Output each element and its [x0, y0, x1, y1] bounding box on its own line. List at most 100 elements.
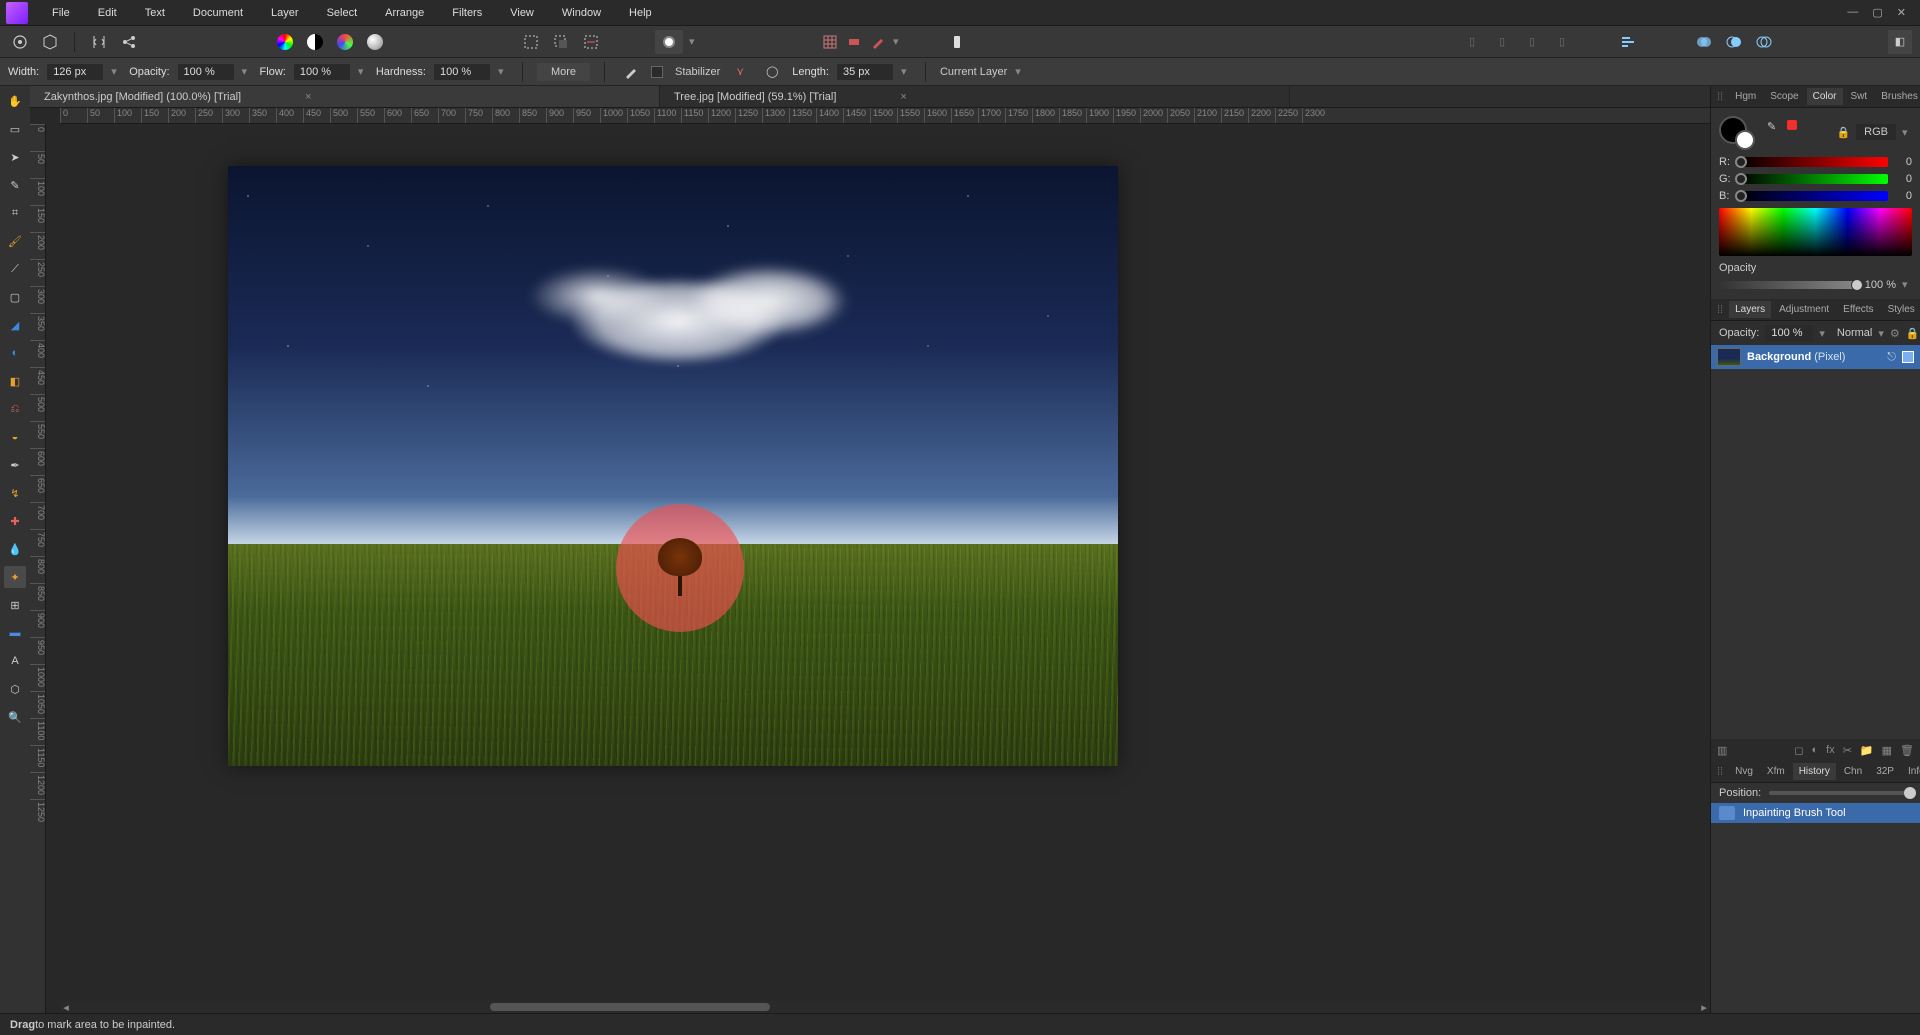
apply-to-select[interactable]: Current Layer: [940, 66, 1007, 78]
panel-tab-info[interactable]: Info: [1902, 763, 1920, 780]
crop-tool-icon[interactable]: ⌗: [4, 202, 26, 224]
panel-tab-history[interactable]: History: [1793, 763, 1836, 780]
move-tool-icon[interactable]: ▭: [4, 118, 26, 140]
more-button[interactable]: More: [537, 63, 590, 81]
length-input[interactable]: [837, 64, 893, 80]
vector-tool-icon[interactable]: ⬡: [4, 678, 26, 700]
menu-filters[interactable]: Filters: [438, 3, 496, 23]
hardness-input[interactable]: [434, 64, 490, 80]
share-icon[interactable]: [117, 30, 141, 54]
b-slider[interactable]: [1739, 191, 1888, 201]
width-input[interactable]: [47, 64, 103, 80]
selection-brush-tool-icon[interactable]: ⟋: [4, 258, 26, 280]
marquee-icon[interactable]: [519, 30, 543, 54]
color-picker-tool-icon[interactable]: ✎: [4, 174, 26, 196]
menu-text[interactable]: Text: [131, 3, 179, 23]
r-slider[interactable]: [1739, 157, 1888, 167]
panel-tab-hgm[interactable]: Hgm: [1729, 88, 1762, 105]
shape-tool-icon[interactable]: ▬: [4, 622, 26, 644]
window-mode-icon[interactable]: ◯: [760, 60, 784, 84]
arrange-icon[interactable]: [1616, 30, 1640, 54]
menu-help[interactable]: Help: [615, 3, 666, 23]
zoom-tool-icon[interactable]: 🔍: [4, 706, 26, 728]
menu-select[interactable]: Select: [313, 3, 372, 23]
arrow-tool-icon[interactable]: ➤: [4, 146, 26, 168]
align-center-icon[interactable]: ▯: [1490, 30, 1514, 54]
snap-pen-icon[interactable]: [869, 30, 887, 54]
color-spectrum[interactable]: [1719, 208, 1912, 256]
folder-icon[interactable]: 📁: [1860, 744, 1874, 757]
menu-document[interactable]: Document: [179, 3, 257, 23]
opacity-slider[interactable]: [1719, 281, 1859, 289]
inpainting-tool-icon[interactable]: ✦: [4, 566, 26, 588]
opacity-input[interactable]: [178, 64, 234, 80]
panel-tab-xfm[interactable]: Xfm: [1761, 763, 1791, 780]
stabilizer-checkbox[interactable]: [651, 66, 663, 78]
lock-icon[interactable]: 🔒: [1836, 126, 1850, 139]
panel-tab-nvg[interactable]: Nvg: [1729, 763, 1759, 780]
bw-circle-icon[interactable]: [303, 30, 327, 54]
sphere-icon[interactable]: [363, 30, 387, 54]
gear-icon[interactable]: ⚙: [1890, 327, 1900, 340]
mesh-tool-icon[interactable]: ⊞: [4, 594, 26, 616]
clone-tool-icon[interactable]: ⎌: [4, 398, 26, 420]
flow-input[interactable]: [294, 64, 350, 80]
color-mode-select[interactable]: RGB: [1856, 124, 1896, 140]
panel-tab-adjustment[interactable]: Adjustment: [1773, 301, 1835, 318]
flood-fill-tool-icon[interactable]: ◢: [4, 314, 26, 336]
assistant-icon[interactable]: [945, 30, 969, 54]
recent-color-swatch[interactable]: [1787, 120, 1797, 130]
menu-file[interactable]: File: [38, 3, 84, 23]
marquee-sub-icon[interactable]: [579, 30, 603, 54]
panel-tab-scope[interactable]: Scope: [1764, 88, 1804, 105]
bool-int-icon[interactable]: [1752, 30, 1776, 54]
hand-tool-icon[interactable]: ✋: [4, 90, 26, 112]
rope-mode-icon[interactable]: ⋎: [728, 60, 752, 84]
align-right-icon[interactable]: ▯: [1520, 30, 1544, 54]
rgb-circle-icon[interactable]: [333, 30, 357, 54]
panel-tab-color[interactable]: Color: [1807, 88, 1843, 105]
paintbrush-tool-icon[interactable]: 🖌: [4, 230, 26, 252]
panel-tab-layers[interactable]: Layers: [1729, 301, 1771, 318]
chevron-down-icon[interactable]: ▾: [689, 35, 699, 48]
maximize-icon[interactable]: ▢: [1872, 6, 1882, 19]
align-more-icon[interactable]: ▯: [1550, 30, 1574, 54]
panel-tab-32p[interactable]: 32P: [1870, 763, 1900, 780]
mask-icon[interactable]: ◻: [1794, 744, 1803, 757]
menu-arrange[interactable]: Arrange: [371, 3, 438, 23]
crop-layer-icon[interactable]: ✂: [1843, 744, 1852, 757]
layer-row[interactable]: Background (Pixel)⎋: [1711, 345, 1920, 369]
color-wheel-icon[interactable]: [273, 30, 297, 54]
studio-toggle-icon[interactable]: ◧: [1888, 30, 1912, 54]
minimize-icon[interactable]: —: [1847, 6, 1858, 19]
quickmask-icon[interactable]: [655, 30, 683, 54]
add-layer-icon[interactable]: ▦: [1882, 744, 1892, 757]
fx-icon[interactable]: fx: [1826, 744, 1835, 756]
document-canvas[interactable]: [228, 166, 1118, 766]
marquee-add-icon[interactable]: [549, 30, 573, 54]
menu-window[interactable]: Window: [548, 3, 615, 23]
marquee-tool-icon[interactable]: ▢: [4, 286, 26, 308]
layer-opacity-input[interactable]: [1765, 325, 1813, 341]
persona-icon[interactable]: [8, 30, 32, 54]
horizontal-scrollbar[interactable]: ◂▸: [60, 1001, 1710, 1013]
snap-guides-icon[interactable]: [845, 30, 863, 54]
healing-tool-icon[interactable]: ✚: [4, 510, 26, 532]
close-icon[interactable]: ✕: [1897, 6, 1906, 19]
cube-icon[interactable]: [38, 30, 62, 54]
secondary-color-swatch[interactable]: [1735, 130, 1755, 150]
layer-group-icon[interactable]: ▥: [1717, 744, 1727, 757]
adjustment-icon[interactable]: ◐: [1811, 744, 1818, 756]
viewport[interactable]: [46, 124, 1710, 1013]
bool-sub-icon[interactable]: [1722, 30, 1746, 54]
menu-view[interactable]: View: [496, 3, 548, 23]
chevron-down-icon[interactable]: ▾: [893, 35, 903, 48]
history-list[interactable]: Inpainting Brush Tool: [1711, 803, 1920, 1013]
dodge-tool-icon[interactable]: ◒: [4, 426, 26, 448]
panel-tab-chn[interactable]: Chn: [1838, 763, 1868, 780]
close-tab-icon[interactable]: ×: [896, 91, 910, 103]
panel-tab-brushes[interactable]: Brushes: [1875, 88, 1920, 105]
lock-icon[interactable]: 🔒: [1906, 327, 1920, 340]
g-slider[interactable]: [1739, 174, 1888, 184]
brush-shape-icon[interactable]: [619, 60, 643, 84]
